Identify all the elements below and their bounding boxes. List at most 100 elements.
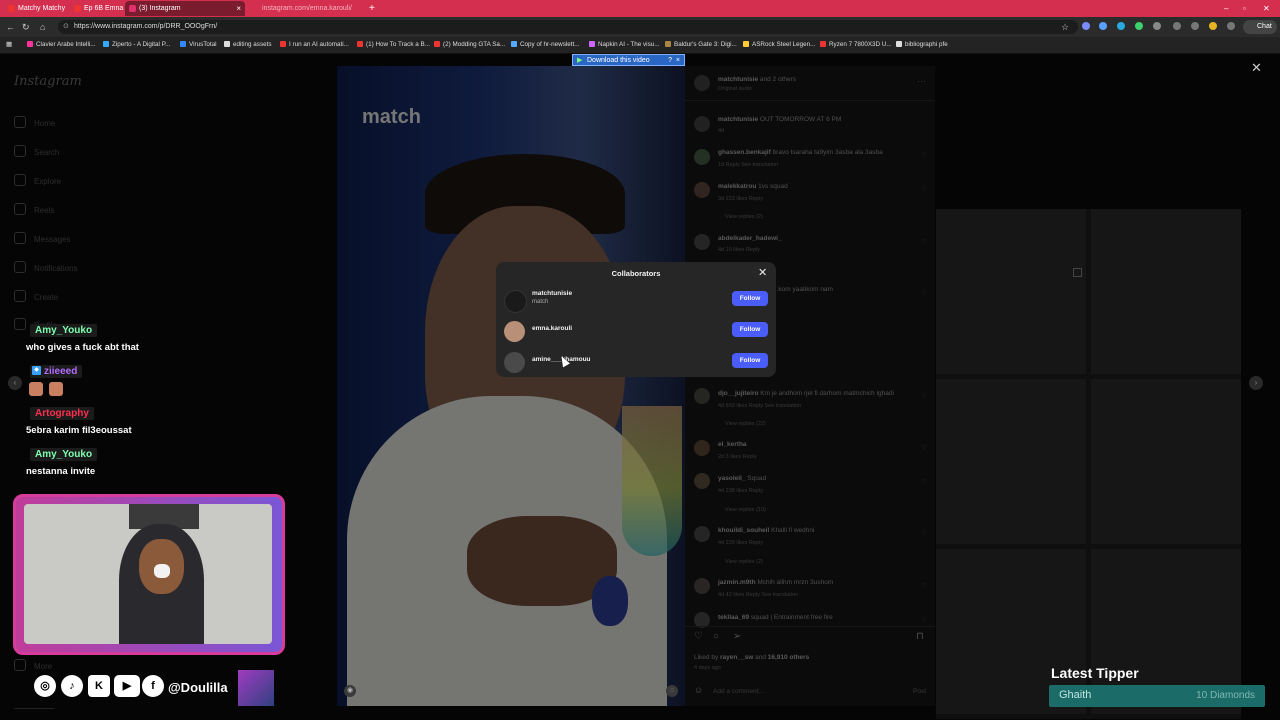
profile-icon [14,318,26,330]
bookmark-label: (2) Modding GTA Sa... [443,41,506,48]
maximize-icon[interactable]: ▫ [1243,0,1246,17]
extensions-puzzle-icon[interactable] [1173,22,1181,30]
menu-kebab-icon[interactable] [1227,22,1235,30]
streamer-handle: @Doulilla [168,680,228,695]
bookmark-item[interactable]: (2) Modding GTA Sa... [434,37,505,53]
url-field[interactable]: ⊙ https://www.instagram.com/p/DRR_OOOgFr… [58,20,1078,34]
nav-home[interactable]: Home [14,116,55,128]
chat-message: who gives a fuck abt that [26,342,139,353]
post-thumbnail [1091,209,1241,374]
youtube-favicon-icon [74,5,81,12]
nav-explore[interactable]: Explore [14,174,61,186]
nav-search[interactable]: Search [14,145,59,157]
divider [14,708,54,709]
bookmark-item[interactable]: I run an AI automati... [280,37,349,53]
chat-emote-icon [29,382,43,396]
tagged-user-icon[interactable]: ◉ [344,685,356,697]
nav-label: Create [34,293,59,302]
collaborator-username[interactable]: emna.karouli [532,325,572,332]
download-help-icon[interactable]: ? [668,55,672,67]
bookmark-label: Clavier Arabe Intelli... [36,41,96,48]
site-info-icon[interactable]: ⊙ [63,20,69,34]
avatar[interactable] [504,290,527,313]
post-close-icon[interactable]: ✕ [1251,60,1262,76]
extension-icon[interactable] [1135,22,1143,30]
avatar[interactable] [504,352,525,373]
tab-instagram[interactable]: (3) Instagram × [125,1,245,16]
follow-button[interactable]: Follow [732,353,768,368]
tab-emna-profile[interactable]: instagram.com/emna.karouli/ [248,1,366,16]
profile-avatar-icon[interactable] [1209,22,1217,30]
bookmark-folder[interactable]: bibliographi pfe [896,37,948,53]
download-icon[interactable] [1191,22,1199,30]
home-icon[interactable]: ⌂ [40,20,45,34]
extension-icon[interactable] [1117,22,1125,30]
bookmark-item[interactable]: (1) How To Track a B... [357,37,430,53]
download-label: Download this video [587,57,650,64]
bookmark-item[interactable]: Copy of hr-newslett... [511,37,580,53]
close-icon[interactable]: ✕ [758,266,767,279]
bookmark-item[interactable]: ASRock Steel Legen... [743,37,815,53]
nav-messages[interactable]: Messages [14,232,70,244]
new-tab-plus-icon[interactable]: + [369,1,375,16]
bookmark-item[interactable]: editing assets [224,37,272,53]
reel-icon [1073,268,1082,277]
tab-matchy[interactable]: Matchy Matchy [4,1,70,16]
window-close-icon[interactable]: ✕ [1263,0,1270,17]
avatar[interactable] [504,321,525,342]
reel-video[interactable]: match ◉ ◌ [337,66,685,706]
bookmark-item[interactable]: Napkin AI - The visu... [589,37,659,53]
bookmark-item[interactable]: Baldur's Gate 3: Digi... [665,37,737,53]
tab-close-icon[interactable]: × [236,1,241,16]
bookmark-label: Baldur's Gate 3: Digi... [674,41,737,48]
messenger-icon [14,232,26,244]
nav-reels[interactable]: Reels [14,203,54,215]
chat-button[interactable]: Chat [1243,20,1277,34]
chat-button-label: Chat [1257,23,1272,30]
search-icon [14,145,26,157]
hamburger-icon [14,659,26,671]
browser-tab-bar: Matchy Matchy Ep 6B Emna (3) Instagram ×… [0,0,1280,17]
collaborator-username[interactable]: matchtunisie [532,290,572,297]
bookmarks-apps-icon[interactable]: ▦ [6,37,12,53]
minimize-icon[interactable]: – [1224,0,1228,17]
bookmark-item[interactable]: Ziperto - A Digital P... [103,37,170,53]
bookmark-star-icon[interactable]: ☆ [1061,20,1069,34]
nav-label: Explore [34,177,62,186]
nav-more[interactable]: More [14,659,52,671]
follow-button[interactable]: Follow [732,291,768,306]
back-icon[interactable]: ← [6,20,15,34]
plus-icon [14,290,26,302]
chat-message: 5ebra karim fil3eoussat [26,425,132,436]
chat-username: Amy_Youko [30,448,98,461]
nav-label: Messages [34,235,71,244]
extension-icon[interactable] [1153,22,1161,30]
modal-dim-overlay [337,66,685,706]
reload-icon[interactable]: ↻ [22,20,30,34]
tab-title: (3) Instagram [139,5,181,12]
mute-icon[interactable]: ◌ [666,685,678,697]
extension-icon[interactable] [1082,22,1090,30]
bookmark-label: Copy of hr-newslett... [520,41,580,48]
bookmark-item[interactable]: VirusTotal [180,37,217,53]
extension-icon[interactable] [1099,22,1107,30]
download-video-button[interactable]: ▶ Download this video ? × [572,54,685,66]
previous-post-chevron-icon[interactable]: ‹ [8,376,22,390]
tiktok-icon: ♪ [61,675,83,697]
nav-notifications[interactable]: Notifications [14,261,78,273]
instagram-logo[interactable]: Instagram [14,74,82,89]
collaborator-row: matchtunisie match Follow [504,288,768,313]
youtube-icon: ▶ [114,675,140,697]
bookmark-item[interactable]: Ryzen 7 7800X3D U... [820,37,892,53]
download-close-icon[interactable]: × [676,55,680,67]
follow-button[interactable]: Follow [732,322,768,337]
bookmark-label: (1) How To Track a B... [366,41,430,48]
bookmark-item[interactable]: Clavier Arabe Intelli... [27,37,96,53]
tab-ep6b[interactable]: Ep 6B Emna [70,1,124,16]
next-post-chevron-icon[interactable]: › [1249,376,1263,390]
latest-tipper-box: Ghaith 10 Diamonds [1049,685,1265,707]
tab-title: Matchy Matchy [18,5,66,12]
bookmark-label: bibliographi pfe [905,41,948,48]
nav-create[interactable]: Create [14,290,58,302]
bookmark-label: Ryzen 7 7800X3D U... [829,41,892,48]
